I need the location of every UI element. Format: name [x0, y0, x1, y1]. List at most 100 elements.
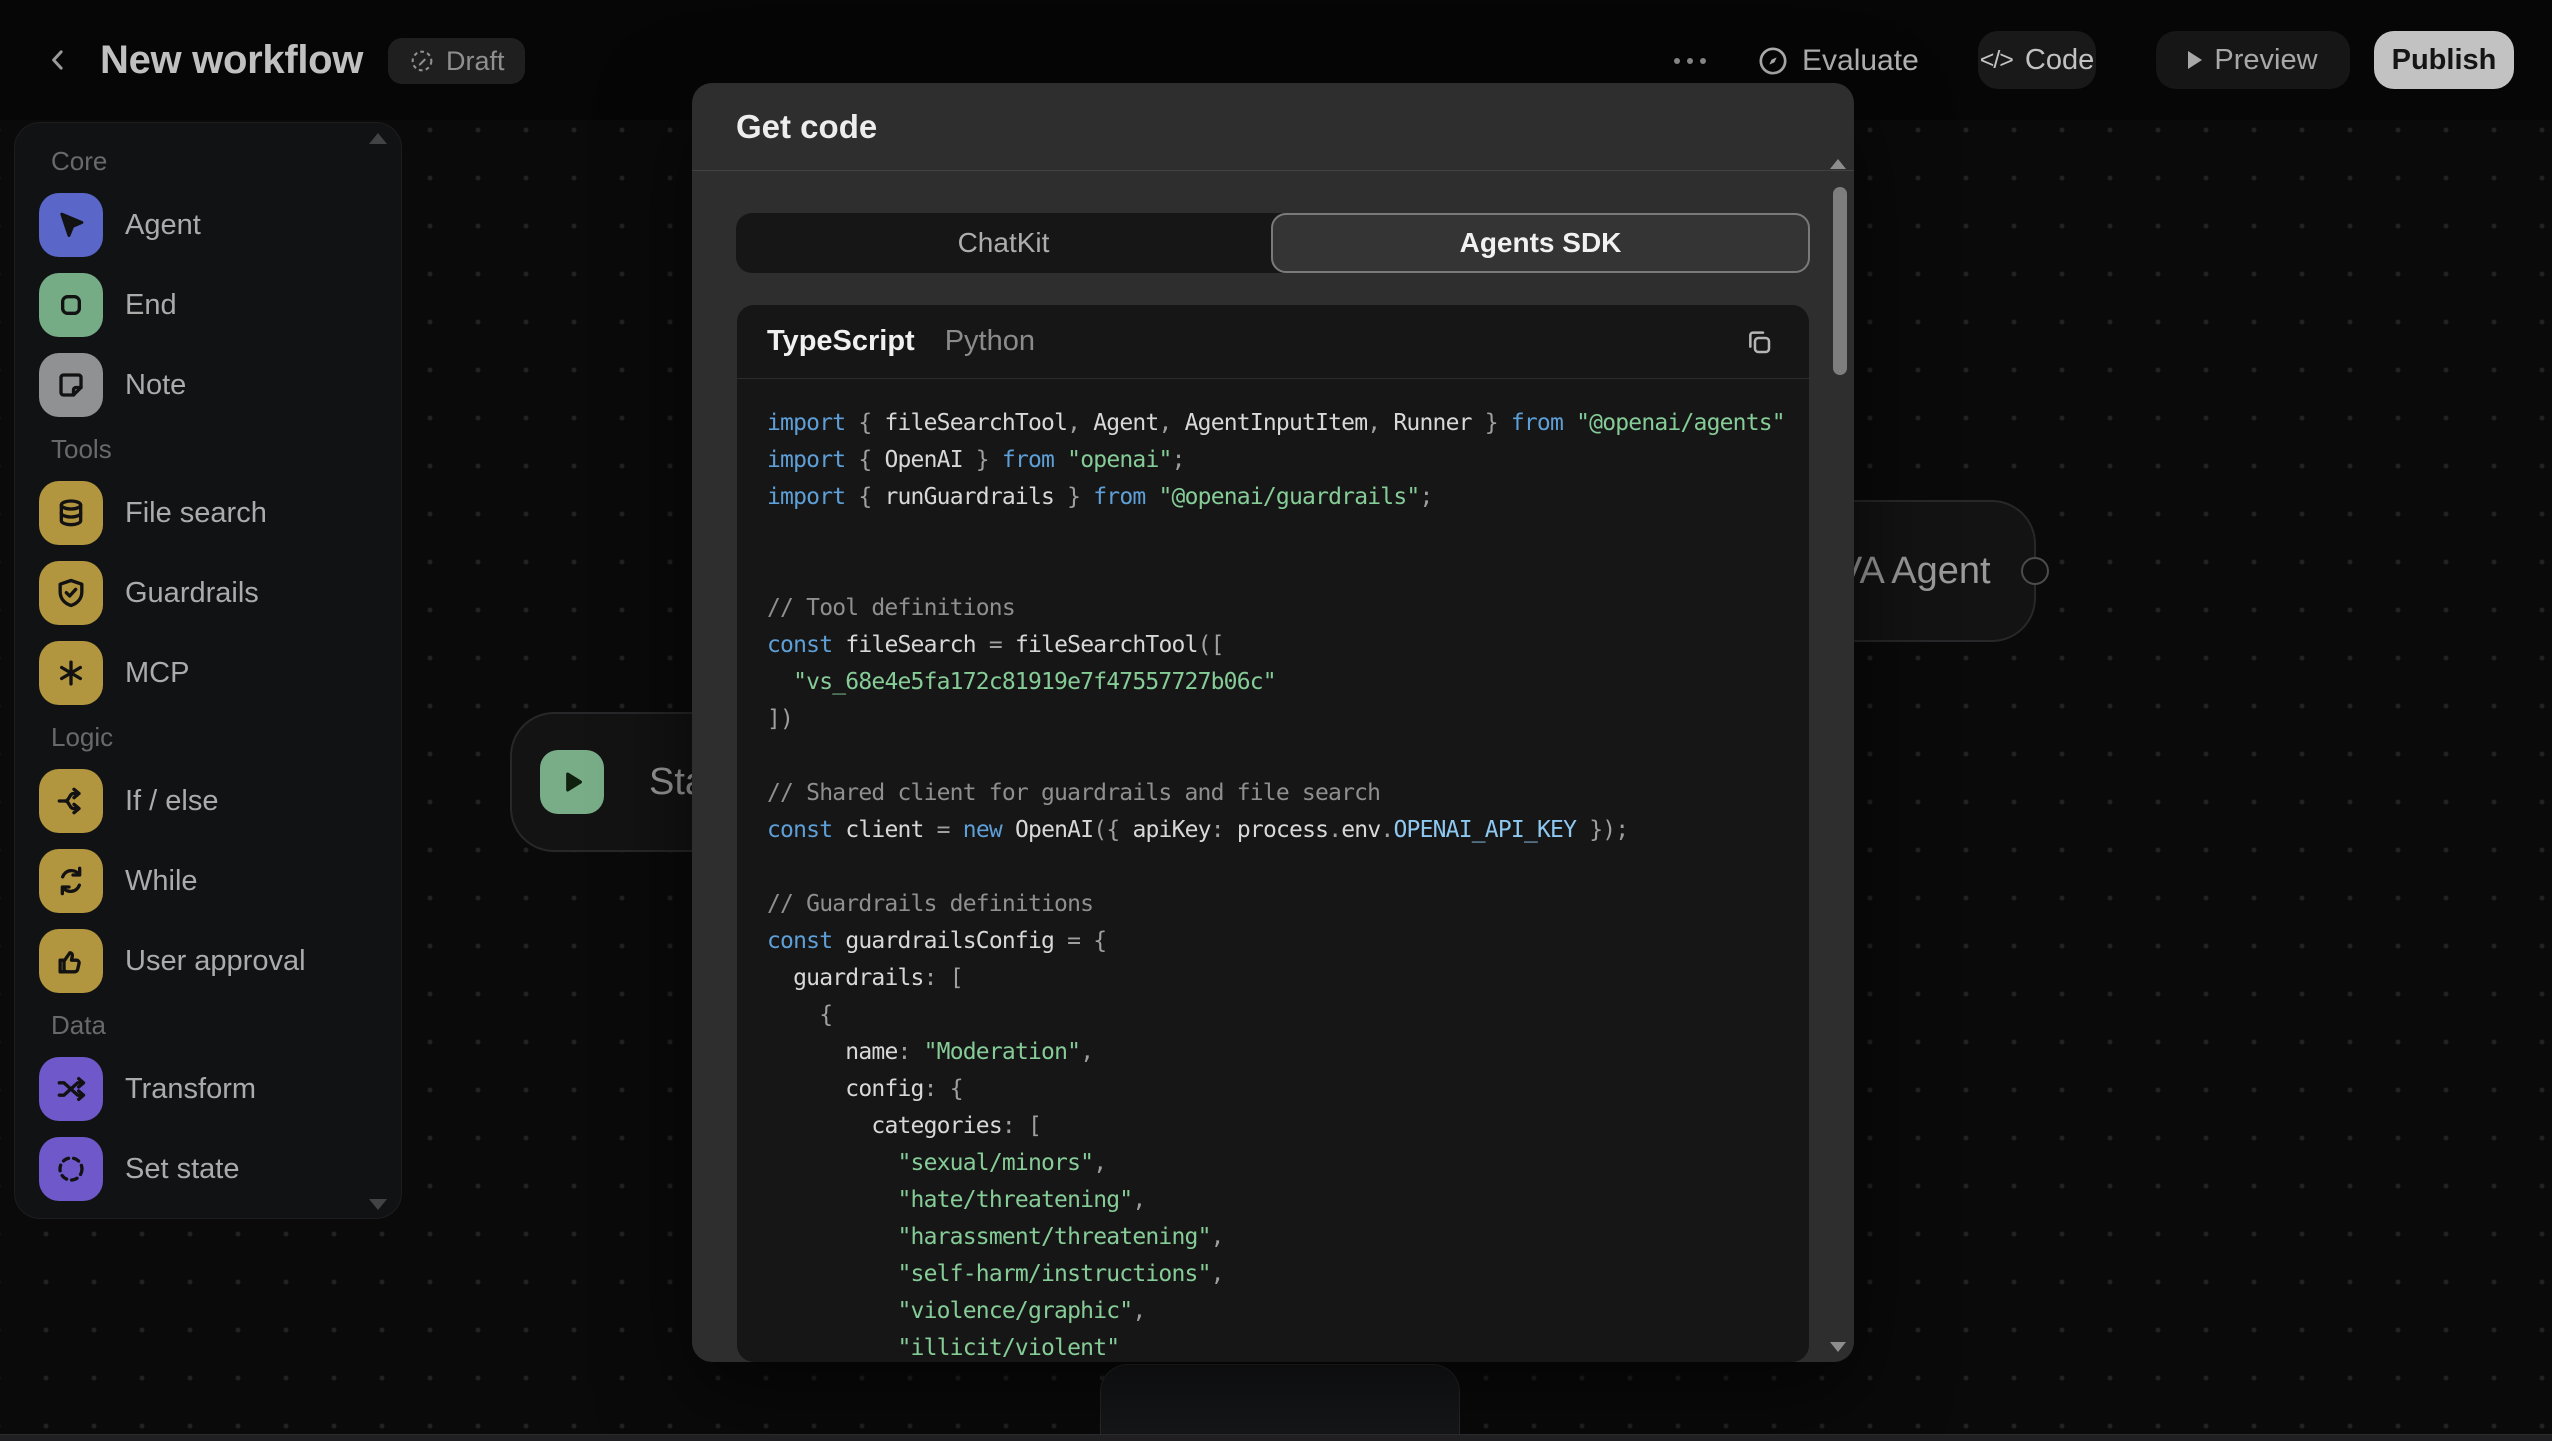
palette-item-mcp[interactable]: MCP	[39, 633, 401, 713]
code-line: "harassment/threatening",	[767, 1219, 1809, 1256]
modal-scrollbar-thumb[interactable]	[1833, 187, 1847, 375]
palette-item-agent[interactable]: Agent	[39, 185, 401, 265]
publish-button[interactable]: Publish	[2374, 31, 2514, 89]
node-output-port[interactable]	[2021, 557, 2049, 585]
publish-button-label: Publish	[2392, 44, 2497, 77]
end-square-icon	[39, 273, 103, 337]
code-line: import { OpenAI } from "openai";	[767, 442, 1809, 479]
evaluate-button[interactable]: Evaluate	[1756, 36, 1919, 86]
palette-item-while[interactable]: While	[39, 841, 401, 921]
palette-item-note[interactable]: Note	[39, 345, 401, 425]
workflow-builder-app: Start VA Agent New workflow Draft Evalua…	[0, 0, 2552, 1441]
back-button[interactable]	[38, 40, 78, 80]
evaluate-compass-icon	[1756, 44, 1790, 78]
bottom-edge-strip	[0, 1434, 2552, 1441]
language-python[interactable]: Python	[945, 325, 1035, 358]
code-button[interactable]: </> Code	[1978, 31, 2096, 89]
code-line: // Tool definitions	[767, 590, 1809, 627]
agent-cursor-icon	[39, 193, 103, 257]
play-icon	[2188, 51, 2202, 69]
get-code-modal: Get code ChatKit Agents SDK TypeScript P…	[692, 83, 1854, 1362]
palette-item-label: Guardrails	[125, 577, 259, 610]
agent-node-label: VA Agent	[1837, 550, 1991, 593]
mcp-icon	[39, 641, 103, 705]
palette-item-set-state[interactable]: Set state	[39, 1129, 401, 1209]
section-label: Tools	[39, 425, 401, 473]
language-typescript[interactable]: TypeScript	[767, 325, 915, 358]
code-line: const guardrailsConfig = {	[767, 923, 1809, 960]
canvas-bottom-toolbar	[1100, 1364, 1460, 1441]
palette-item-label: While	[125, 865, 198, 898]
tab-chatkit[interactable]: ChatKit	[736, 213, 1271, 273]
database-icon	[39, 481, 103, 545]
code-line: // Shared client for guardrails and file…	[767, 775, 1809, 812]
code-line: import { fileSearchTool, Agent, AgentInp…	[767, 405, 1809, 442]
palette-item-user-approval[interactable]: User approval	[39, 921, 401, 1001]
palette-item-label: End	[125, 289, 177, 322]
code-line	[767, 516, 1809, 553]
code-block: import { fileSearchTool, Agent, AgentInp…	[737, 379, 1809, 1362]
code-panel: TypeScript Python import { fileSearchToo…	[736, 304, 1810, 1362]
evaluate-label: Evaluate	[1802, 44, 1919, 78]
copy-icon	[1743, 326, 1775, 358]
palette-item-label: Transform	[125, 1073, 256, 1106]
palette-scroll-up-icon[interactable]	[369, 133, 387, 144]
code-line: // Guardrails definitions	[767, 886, 1809, 923]
copy-button[interactable]	[1739, 322, 1779, 362]
code-button-label: Code	[2025, 44, 2094, 77]
code-line: "hate/threatening",	[767, 1182, 1809, 1219]
palette-item-file-search[interactable]: File search	[39, 473, 401, 553]
code-line: const fileSearch = fileSearchTool([	[767, 627, 1809, 664]
palette-item-label: Set state	[125, 1153, 239, 1186]
code-line: categories: [	[767, 1108, 1809, 1145]
code-line: name: "Moderation",	[767, 1034, 1809, 1071]
palette-item-label: Agent	[125, 209, 201, 242]
section-label: Logic	[39, 713, 401, 761]
code-line: "sexual/minors",	[767, 1145, 1809, 1182]
modal-title: Get code	[736, 108, 877, 146]
code-brackets-icon: </>	[1980, 46, 2013, 75]
preview-button[interactable]: Preview	[2156, 31, 2350, 89]
preview-button-label: Preview	[2214, 44, 2317, 77]
note-icon	[39, 353, 103, 417]
code-line: "vs_68e4e5fa172c81919e7f47557727b06c"	[767, 664, 1809, 701]
palette-item-label: Note	[125, 369, 186, 402]
section-label: Core	[39, 137, 401, 185]
start-play-icon	[540, 750, 604, 814]
code-line: "self-harm/instructions",	[767, 1256, 1809, 1293]
integration-tabs: ChatKit Agents SDK	[736, 213, 1810, 273]
scroll-down-icon[interactable]	[1830, 1342, 1846, 1352]
dashed-circle-icon	[39, 1137, 103, 1201]
code-line: import { runGuardrails } from "@openai/g…	[767, 479, 1809, 516]
palette-item-if-else[interactable]: If / else	[39, 761, 401, 841]
palette-item-transform[interactable]: Transform	[39, 1049, 401, 1129]
palette-item-label: File search	[125, 497, 267, 530]
code-line: ])	[767, 701, 1809, 738]
code-panel-header: TypeScript Python	[737, 305, 1809, 379]
node-palette-sections: Core Agent End Note Tools File search Guardrai…	[39, 137, 401, 1209]
draft-badge: Draft	[388, 38, 525, 84]
palette-item-label: User approval	[125, 945, 306, 978]
branch-icon	[39, 769, 103, 833]
code-line: "violence/graphic",	[767, 1293, 1809, 1330]
section-label: Data	[39, 1001, 401, 1049]
modal-header: Get code	[692, 83, 1854, 171]
shield-check-icon	[39, 561, 103, 625]
draft-pencil-icon	[408, 47, 436, 75]
tab-agents-sdk[interactable]: Agents SDK	[1271, 213, 1810, 273]
loop-icon	[39, 849, 103, 913]
palette-item-label: MCP	[125, 657, 189, 690]
page-title: New workflow	[100, 38, 363, 83]
palette-scroll-down-icon[interactable]	[369, 1199, 387, 1210]
thumbs-approval-icon	[39, 929, 103, 993]
code-line	[767, 849, 1809, 886]
scroll-up-icon[interactable]	[1830, 159, 1846, 169]
code-line: guardrails: [	[767, 960, 1809, 997]
palette-item-guardrails[interactable]: Guardrails	[39, 553, 401, 633]
overflow-menu-button[interactable]	[1664, 44, 1716, 78]
shuffle-icon	[39, 1057, 103, 1121]
draft-badge-label: Draft	[446, 46, 505, 77]
chevron-left-icon	[43, 45, 73, 75]
palette-item-end[interactable]: End	[39, 265, 401, 345]
code-line	[767, 738, 1809, 775]
